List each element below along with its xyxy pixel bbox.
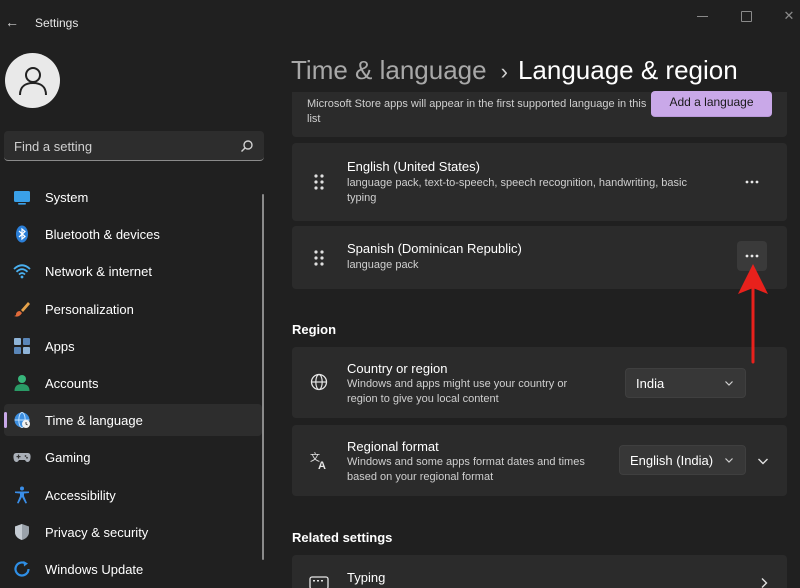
sidebar-item-label: Windows Update bbox=[45, 561, 144, 577]
sidebar-scrollbar[interactable] bbox=[262, 194, 264, 560]
chevron-down-icon bbox=[725, 458, 733, 463]
sidebar-item-accessibility[interactable]: Accessibility bbox=[4, 479, 262, 511]
language-item[interactable]: Spanish (Dominican Republic) language pa… bbox=[292, 226, 787, 289]
expand-chevron-icon[interactable] bbox=[757, 455, 769, 467]
sidebar-item-label: Time & language bbox=[45, 413, 143, 429]
sidebar-item-time-language[interactable]: Time & language bbox=[4, 404, 262, 437]
avatar[interactable] bbox=[5, 53, 60, 108]
maximize-button[interactable] bbox=[737, 8, 757, 24]
breadcrumb-separator: › bbox=[500, 59, 508, 84]
country-dropdown[interactable]: India bbox=[625, 368, 746, 398]
annotation-arrow bbox=[738, 264, 768, 364]
sidebar-item-accounts[interactable]: Accounts bbox=[4, 367, 262, 399]
svg-text:A: A bbox=[318, 460, 326, 470]
typing-setting[interactable]: Typing bbox=[292, 555, 787, 588]
sidebar-item-label: Privacy & security bbox=[45, 524, 149, 540]
more-options-button[interactable] bbox=[737, 167, 767, 197]
language-features: language pack, text-to-speech, speech re… bbox=[347, 177, 687, 204]
dropdown-value: English (India) bbox=[630, 453, 714, 468]
sidebar-item-gaming[interactable]: Gaming bbox=[4, 441, 262, 473]
breadcrumb-parent[interactable]: Time & language bbox=[291, 55, 487, 85]
sidebar-nav: System Bluetooth & devices Network & int… bbox=[4, 181, 262, 588]
setting-description: Windows and some apps format dates and t… bbox=[347, 456, 585, 483]
language-name: English (United States) bbox=[347, 159, 480, 174]
language-item[interactable]: English (United States) language pack, t… bbox=[292, 143, 787, 221]
close-button[interactable]: ✕ bbox=[779, 8, 799, 24]
sidebar-item-bluetooth[interactable]: Bluetooth & devices bbox=[4, 218, 262, 250]
drag-handle-icon[interactable] bbox=[314, 174, 324, 190]
sidebar-item-label: Apps bbox=[45, 338, 75, 354]
sidebar-item-personalization[interactable]: Personalization bbox=[4, 293, 262, 325]
chevron-down-icon bbox=[725, 381, 733, 386]
sidebar-item-label: Accessibility bbox=[45, 487, 116, 503]
search-input[interactable] bbox=[14, 131, 234, 161]
more-icon bbox=[745, 180, 759, 184]
search-icon[interactable] bbox=[240, 139, 254, 153]
wifi-icon bbox=[13, 264, 31, 279]
apps-icon bbox=[14, 337, 30, 354]
brush-icon bbox=[14, 301, 30, 317]
update-icon bbox=[14, 560, 30, 577]
regional-format-setting[interactable]: 文 A Regional format Windows and some app… bbox=[292, 425, 787, 496]
chevron-right-icon bbox=[761, 578, 768, 588]
typing-label: Typing bbox=[347, 570, 386, 585]
gamepad-icon bbox=[13, 453, 31, 463]
sidebar-item-apps[interactable]: Apps bbox=[4, 330, 262, 362]
setting-title: Country or region bbox=[347, 361, 448, 376]
sidebar-item-label: Personalization bbox=[45, 301, 134, 317]
language-features: language pack bbox=[347, 259, 419, 271]
sidebar-item-label: Bluetooth & devices bbox=[45, 227, 160, 243]
keyboard-icon bbox=[309, 576, 329, 588]
preferred-languages-header: Microsoft Store apps will appear in the … bbox=[292, 91, 787, 137]
sidebar-item-label: Accounts bbox=[45, 375, 99, 391]
dropdown-value: India bbox=[636, 376, 665, 391]
preferred-languages-description: Microsoft Store apps will appear in the … bbox=[307, 98, 647, 125]
accessibility-icon bbox=[15, 486, 29, 503]
globe-clock-icon bbox=[14, 412, 30, 429]
person-icon bbox=[14, 374, 30, 391]
app-title: Settings bbox=[35, 16, 79, 30]
setting-title: Regional format bbox=[347, 439, 439, 454]
search-box[interactable] bbox=[4, 131, 264, 161]
shield-icon bbox=[15, 523, 29, 540]
breadcrumb: Time & language › Language & region bbox=[291, 55, 738, 87]
related-settings-heading: Related settings bbox=[292, 530, 393, 545]
sidebar-item-label: System bbox=[45, 190, 89, 205]
sidebar-item-windows-update[interactable]: Windows Update bbox=[4, 553, 262, 585]
sidebar-item-label: Gaming bbox=[45, 450, 91, 466]
sidebar-item-network[interactable]: Network & internet bbox=[4, 255, 262, 287]
minimize-button[interactable] bbox=[693, 8, 713, 24]
system-icon bbox=[14, 191, 30, 205]
drag-handle-icon[interactable] bbox=[314, 250, 324, 266]
regional-format-dropdown[interactable]: English (India) bbox=[619, 445, 746, 475]
sidebar-item-system[interactable]: System bbox=[4, 181, 262, 213]
title-bar: ← Settings ✕ bbox=[0, 0, 800, 44]
more-icon bbox=[745, 254, 759, 258]
back-arrow-icon[interactable]: ← bbox=[4, 12, 20, 32]
globe-icon bbox=[310, 373, 328, 391]
bluetooth-icon bbox=[16, 225, 28, 243]
sidebar-item-privacy[interactable]: Privacy & security bbox=[4, 516, 262, 548]
add-language-button[interactable]: Add a language bbox=[651, 91, 772, 117]
sidebar-item-label: Network & internet bbox=[45, 264, 152, 280]
page-title: Language & region bbox=[517, 55, 738, 85]
country-region-setting: Country or region Windows and apps might… bbox=[292, 347, 787, 418]
language-name: Spanish (Dominican Republic) bbox=[347, 241, 522, 256]
user-icon bbox=[18, 66, 47, 95]
setting-description: Windows and apps might use your country … bbox=[347, 378, 568, 405]
region-heading: Region bbox=[292, 322, 337, 337]
language-format-icon: 文 A bbox=[310, 451, 326, 470]
